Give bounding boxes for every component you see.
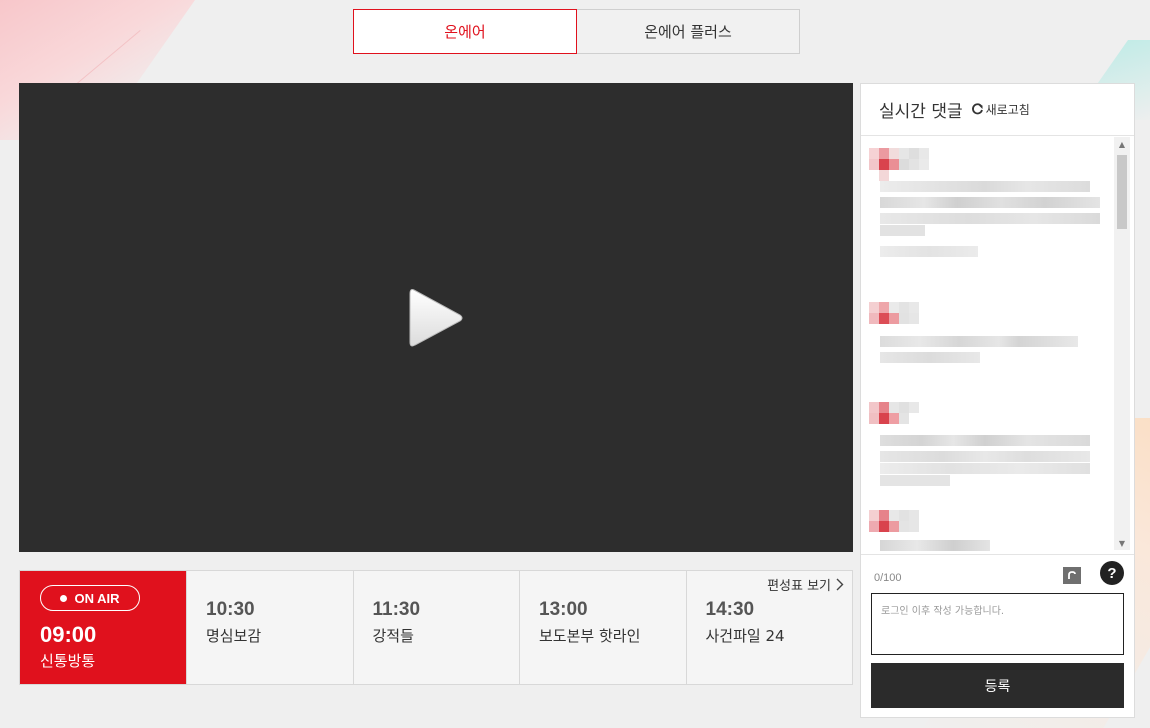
comment-list: [861, 136, 1133, 552]
help-icon[interactable]: ?: [1100, 561, 1124, 585]
emoticon-icon[interactable]: [1063, 567, 1081, 584]
blurred-comment-text: [880, 435, 1090, 446]
schedule-time: 11:30: [372, 599, 421, 620]
schedule-item[interactable]: 10:30 명심보감: [186, 571, 353, 684]
onair-program[interactable]: ON AIR 09:00 신통방통: [20, 571, 186, 684]
blurred-comment-text: [880, 475, 950, 486]
comment-item: [869, 510, 990, 551]
refresh-icon: [971, 103, 983, 115]
scroll-down-icon[interactable]: ▼: [1114, 536, 1130, 550]
live-dot-icon: [60, 594, 68, 602]
onair-badge-label: ON AIR: [74, 590, 120, 606]
tab-onair[interactable]: 온에어: [353, 9, 577, 54]
blurred-comment-text: [880, 213, 1100, 224]
channel-tabs: 온에어 온에어 플러스: [353, 9, 800, 54]
comments-title: 실시간 댓글: [879, 102, 963, 122]
schedule-item[interactable]: 13:00 보도본부 핫라인: [519, 571, 686, 684]
refresh-label: 새로고침: [985, 103, 1030, 117]
emoticon-glyph-icon: [1068, 570, 1076, 579]
comment-item: [869, 302, 1078, 363]
view-schedule-label: 편성표 보기: [767, 579, 831, 594]
blurred-username: [869, 148, 1100, 181]
comment-item: [869, 402, 1090, 486]
blurred-comment-text: [880, 181, 1090, 192]
blurred-username: [869, 510, 990, 532]
comment-item: [869, 148, 1100, 257]
blurred-comment-text: [880, 463, 1090, 474]
onair-title: 신통방통: [40, 652, 96, 670]
scroll-up-icon[interactable]: ▲: [1114, 137, 1130, 151]
schedule-item[interactable]: 11:30 강적들: [352, 571, 520, 684]
blurred-comment-text: [880, 197, 1100, 208]
onair-time: 09:00: [40, 622, 97, 647]
schedule-title: 보도본부 핫라인: [539, 627, 641, 645]
blurred-comment-text: [880, 352, 980, 363]
comment-compose: 0/100 ? 등록: [861, 554, 1134, 718]
schedule-time: 13:00: [539, 599, 588, 620]
tab-onair-plus[interactable]: 온에어 플러스: [577, 9, 800, 54]
blurred-comment-text: [880, 246, 978, 257]
char-count: 0/100: [874, 572, 902, 584]
comments-scrollbar[interactable]: ▲ ▼: [1114, 137, 1130, 550]
chevron-right-icon: [836, 578, 844, 591]
blurred-comment-text: [880, 451, 1090, 462]
blurred-username: [869, 402, 1090, 424]
schedule-title: 명심보감: [206, 627, 262, 645]
blurred-username: [869, 302, 1078, 324]
schedule-title: 사건파일 24: [705, 627, 785, 645]
blurred-comment-text: [880, 225, 925, 236]
blurred-comment-text: [880, 540, 990, 551]
schedule-time: 10:30: [206, 599, 255, 620]
live-comments-panel: 실시간 댓글 새로고침 ▲ ▼ 0/100 ? 로그인 이후 작성 가능합니다.…: [860, 83, 1135, 718]
refresh-button[interactable]: 새로고침: [971, 101, 1030, 118]
schedule-bar: ON AIR 09:00 신통방통 10:30 명심보감 11:30 강적들 1…: [19, 570, 853, 685]
submit-button[interactable]: 등록: [871, 663, 1124, 708]
scroll-thumb[interactable]: [1117, 155, 1127, 229]
comment-input[interactable]: [871, 593, 1124, 655]
schedule-title: 강적들: [372, 627, 414, 645]
video-player[interactable]: [19, 83, 853, 552]
view-schedule-link[interactable]: 편성표 보기: [767, 575, 844, 594]
blurred-comment-text: [880, 336, 1078, 347]
play-icon[interactable]: [406, 286, 464, 350]
onair-badge: ON AIR: [40, 585, 140, 611]
comments-header: 실시간 댓글 새로고침: [861, 84, 1134, 136]
schedule-time: 14:30: [705, 599, 755, 620]
